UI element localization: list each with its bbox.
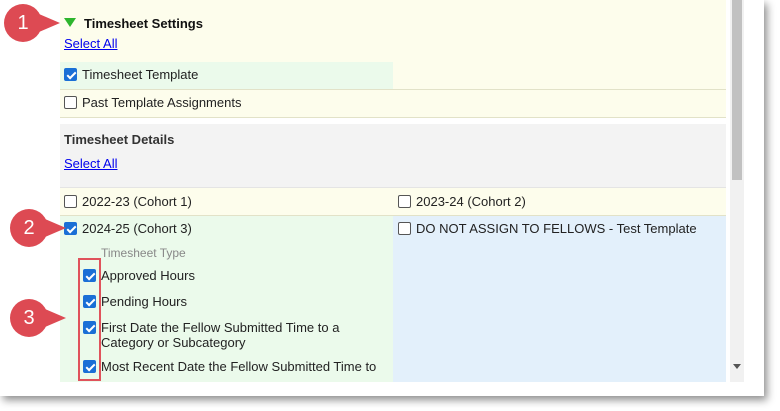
timesheet-type-heading: Timesheet Type xyxy=(101,246,186,260)
cohort-2-label: 2023-24 (Cohort 2) xyxy=(416,194,526,209)
timesheet-template-label: Timesheet Template xyxy=(82,67,199,82)
first-date-submitted-label-line2: Category or Subcategory xyxy=(101,335,246,350)
callout-badge-2: 2 xyxy=(10,209,70,247)
timesheet-settings-header: Timesheet Settings Select All xyxy=(60,0,726,63)
past-template-assignments-label: Past Template Assignments xyxy=(82,95,242,110)
scrollbar-thumb[interactable] xyxy=(732,0,742,180)
timesheet-settings-title: Timesheet Settings xyxy=(84,16,203,31)
expand-triangle-icon[interactable] xyxy=(64,18,76,27)
callout-badge-3: 3 xyxy=(10,299,70,337)
cohort-2-checkbox[interactable] xyxy=(398,195,411,208)
first-date-submitted-label-line1: First Date the Fellow Submitted Time to … xyxy=(101,320,340,335)
details-select-all-link[interactable]: Select All xyxy=(64,156,117,171)
cohort-1-checkbox[interactable] xyxy=(64,195,77,208)
pending-hours-label: Pending Hours xyxy=(101,294,187,309)
test-template-checkbox[interactable] xyxy=(398,222,411,235)
scroll-down-arrow-icon[interactable] xyxy=(733,364,741,369)
dialog-frame: Timesheet Settings Select All Timesheet … xyxy=(0,0,764,396)
timesheet-details-header: Timesheet Details Select All xyxy=(60,124,726,188)
approved-hours-label: Approved Hours xyxy=(101,268,195,283)
most-recent-date-label: Most Recent Date the Fellow Submitted Ti… xyxy=(101,359,377,374)
cohort-3-label: 2024-25 (Cohort 3) xyxy=(82,221,192,236)
past-template-assignments-row: Past Template Assignments xyxy=(60,90,726,118)
timesheet-template-row: Timesheet Template xyxy=(60,62,726,90)
cohort-row: 2022-23 (Cohort 1) 2023-24 (Cohort 2) xyxy=(60,188,726,216)
cohort-1-label: 2022-23 (Cohort 1) xyxy=(82,194,192,209)
settings-select-all-link[interactable]: Select All xyxy=(64,36,117,51)
timesheet-template-checkbox[interactable] xyxy=(64,68,77,81)
past-template-assignments-checkbox[interactable] xyxy=(64,96,77,109)
callout-badge-1: 1 xyxy=(4,4,64,42)
test-template-label: DO NOT ASSIGN TO FELLOWS - Test Template xyxy=(416,221,697,236)
timesheet-details-title: Timesheet Details xyxy=(64,132,175,147)
highlight-box xyxy=(78,258,101,381)
settings-panel: Timesheet Settings Select All Timesheet … xyxy=(60,0,726,382)
